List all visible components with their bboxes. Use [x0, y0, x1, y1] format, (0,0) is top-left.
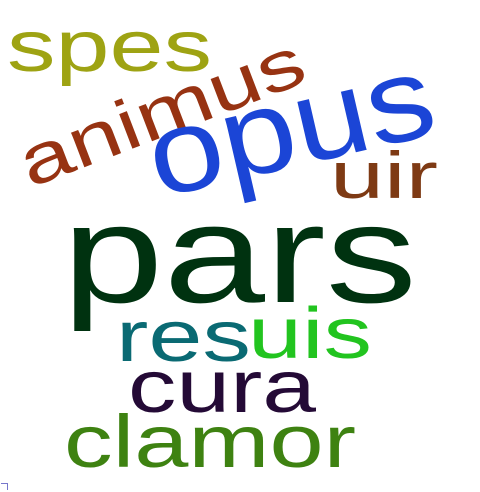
- corner-mark: [1, 483, 8, 490]
- word-cloud: spes animus opus uir pars res uis cura c…: [0, 0, 480, 492]
- word-clamor: clamor: [64, 400, 356, 483]
